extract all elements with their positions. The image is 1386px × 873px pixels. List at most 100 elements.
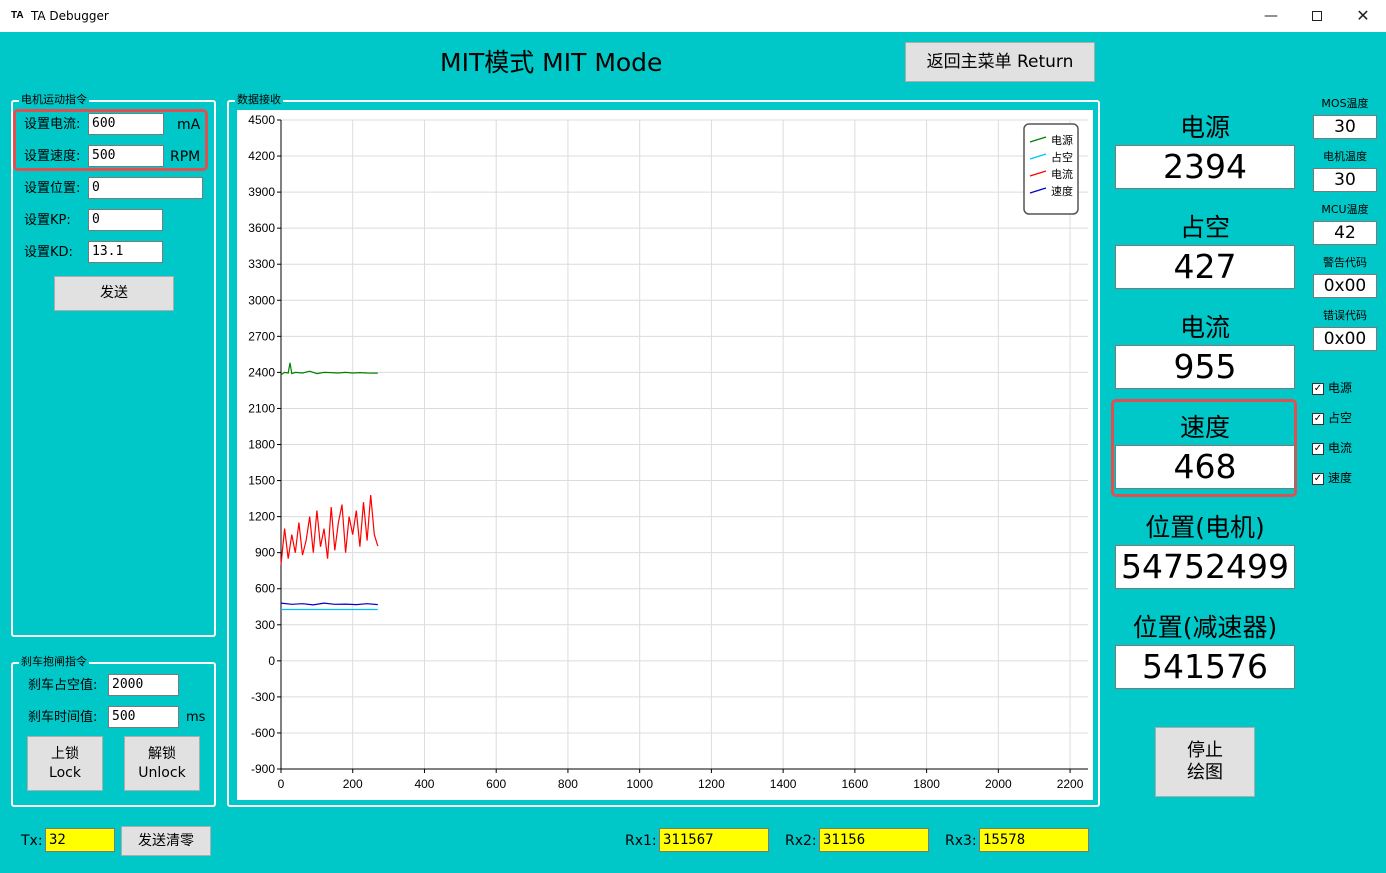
error-code-label: 错误代码 (1323, 309, 1367, 322)
minimize-button[interactable]: — (1248, 0, 1294, 32)
x-tick-label: 400 (414, 777, 434, 791)
power-label: 电源 (1179, 113, 1230, 142)
y-tick-label: 1500 (248, 474, 275, 488)
page-title: MIT模式 MIT Mode (440, 48, 663, 77)
y-tick-label: -600 (251, 726, 275, 740)
set-position-label: 设置位置: (24, 181, 81, 196)
window-title: TA Debugger (31, 9, 109, 23)
maximize-button[interactable] (1294, 0, 1340, 32)
brake-group-legend: 刹车抱闸指令 (19, 655, 89, 669)
toggle-speed-label: 速度 (1328, 471, 1353, 485)
brake-time-input[interactable]: 500 (108, 706, 179, 728)
mos-temp-value: 30 (1313, 115, 1377, 139)
stop-plot-button[interactable]: 停止 绘图 (1155, 727, 1255, 797)
y-tick-label: -300 (251, 690, 275, 704)
brake-duty-input[interactable]: 2000 (108, 674, 179, 696)
legend-label-0: 电源 (1051, 133, 1073, 147)
legend-label-2: 电流 (1051, 167, 1073, 181)
unlock-button-label-cn: 解锁 (148, 746, 176, 762)
checkbox-speed[interactable]: ✓ (1312, 472, 1324, 485)
data-group-legend: 数据接收 (235, 93, 283, 107)
x-tick-label: 1600 (842, 777, 869, 791)
tx-counter: 32 (45, 828, 115, 852)
motor-temp-label: 电机温度 (1323, 150, 1367, 163)
set-speed-label: 设置速度: (24, 149, 81, 164)
current-unit: mA (177, 117, 201, 133)
current-value: 955 (1115, 345, 1295, 389)
legend-label-3: 速度 (1051, 184, 1073, 198)
mos-temp-label: MOS温度 (1321, 97, 1369, 110)
x-tick-label: 0 (278, 777, 285, 791)
speed-unit: RPM (170, 149, 201, 165)
y-tick-label: 300 (255, 618, 275, 632)
close-button[interactable]: ✕ (1340, 0, 1386, 32)
legend-label-1: 占空 (1051, 150, 1073, 164)
checkbox-current[interactable]: ✓ (1312, 442, 1324, 455)
brake-duty-label: 刹车占空值: (28, 678, 98, 693)
brake-time-unit: ms (186, 710, 206, 725)
reducer-position-value: 541576 (1115, 645, 1295, 689)
motor-temp-value: 30 (1313, 168, 1377, 192)
y-tick-label: 600 (255, 582, 275, 596)
title-bar: TA TA Debugger — ✕ (0, 0, 1386, 32)
duty-value: 427 (1115, 245, 1295, 289)
rx3-label: Rx3: (945, 833, 977, 849)
x-tick-label: 1800 (913, 777, 940, 791)
unlock-button[interactable]: 解锁 Unlock (124, 736, 200, 791)
data-chart: 4500420039003600330030002700240021001800… (237, 110, 1093, 800)
speed-label: 速度 (1179, 413, 1230, 442)
x-tick-label: 200 (343, 777, 363, 791)
warning-code-value: 0x00 (1313, 274, 1377, 298)
rx3-counter: 15578 (979, 828, 1089, 852)
lock-button-label-en: Lock (49, 765, 81, 781)
toggle-current[interactable]: ✓ 电流 (1312, 440, 1352, 456)
checkbox-duty[interactable]: ✓ (1312, 412, 1324, 425)
set-position-input[interactable]: 0 (88, 177, 203, 199)
x-tick-label: 1400 (770, 777, 797, 791)
set-kp-input[interactable]: 0 (88, 209, 163, 231)
y-tick-label: 2400 (248, 365, 275, 379)
maximize-icon (1312, 11, 1322, 21)
checkbox-power[interactable]: ✓ (1312, 382, 1324, 395)
set-kd-input[interactable]: 13.1 (88, 241, 163, 263)
brake-time-label: 刹车时间值: (28, 710, 98, 725)
tx-label: Tx: (21, 833, 43, 849)
y-tick-label: 2700 (248, 329, 275, 343)
rx2-counter: 31156 (819, 828, 929, 852)
rx2-label: Rx2: (785, 833, 817, 849)
lock-button-label-cn: 上锁 (51, 746, 79, 762)
y-tick-label: 3600 (248, 221, 275, 235)
clear-send-button[interactable]: 发送清零 (121, 826, 211, 856)
power-value: 2394 (1115, 145, 1295, 189)
x-tick-label: 600 (486, 777, 506, 791)
y-tick-label: 0 (268, 654, 275, 668)
x-tick-label: 1200 (698, 777, 725, 791)
y-tick-label: -900 (251, 762, 275, 776)
warning-code-label: 警告代码 (1323, 256, 1367, 269)
current-label: 电流 (1179, 313, 1230, 342)
return-button[interactable]: 返回主菜单 Return (905, 42, 1095, 82)
error-code-value: 0x00 (1313, 327, 1377, 351)
send-button[interactable]: 发送 (54, 276, 174, 311)
toggle-duty-label: 占空 (1328, 411, 1353, 425)
set-speed-input[interactable]: 500 (88, 145, 164, 167)
unlock-button-label-en: Unlock (138, 765, 186, 781)
mcu-temp-value: 42 (1313, 221, 1377, 245)
y-tick-label: 3300 (248, 257, 275, 271)
motor-position-label: 位置(电机) (1145, 513, 1265, 542)
toggle-duty[interactable]: ✓ 占空 (1312, 410, 1352, 426)
speed-value: 468 (1115, 445, 1295, 489)
set-current-input[interactable]: 600 (88, 113, 164, 135)
reducer-position-label: 位置(减速器) (1132, 613, 1278, 642)
y-tick-label: 4200 (248, 149, 275, 163)
set-kd-label: 设置KD: (24, 245, 73, 260)
toggle-power[interactable]: ✓ 电源 (1312, 380, 1352, 396)
motor-position-value: 54752499 (1115, 545, 1295, 589)
app-icon: TA (11, 10, 24, 21)
lock-button[interactable]: 上锁 Lock (27, 736, 103, 791)
toggle-power-label: 电源 (1328, 381, 1353, 395)
y-tick-label: 3900 (248, 185, 275, 199)
stop-plot-label-2: 绘图 (1187, 762, 1223, 783)
y-tick-label: 3000 (248, 293, 275, 307)
toggle-speed[interactable]: ✓ 速度 (1312, 470, 1352, 486)
